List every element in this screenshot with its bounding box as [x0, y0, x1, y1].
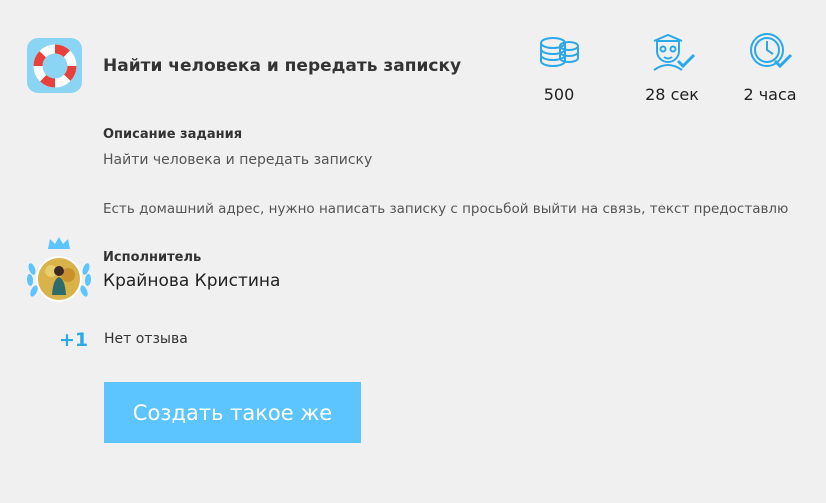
time-value: 28 сек: [645, 85, 699, 104]
rating-score: +1: [59, 329, 89, 351]
executor-name[interactable]: Крайнова Кристина: [103, 271, 280, 291]
reward-value: 500: [543, 85, 575, 104]
create-same-button[interactable]: Создать такое же: [104, 382, 361, 443]
deadline-value: 2 часа: [743, 85, 797, 104]
clock-check-icon: [747, 31, 795, 71]
task-title: Найти человека и передать записку: [103, 56, 462, 76]
coins-icon: [535, 31, 583, 71]
person-check-icon: [648, 31, 696, 71]
task-icon-tile: [27, 38, 82, 93]
executor-avatar[interactable]: [22, 233, 96, 307]
crown-icon: [48, 237, 70, 249]
lifebuoy-icon: [33, 44, 76, 87]
executor-heading: Исполнитель: [103, 250, 202, 265]
description-heading: Описание задания: [103, 127, 243, 142]
description-line-2: Есть домашний адрес, нужно написать запи…: [103, 201, 789, 217]
description-line-1: Найти человека и передать записку: [103, 152, 373, 168]
review-text: Нет отзыва: [104, 331, 188, 347]
